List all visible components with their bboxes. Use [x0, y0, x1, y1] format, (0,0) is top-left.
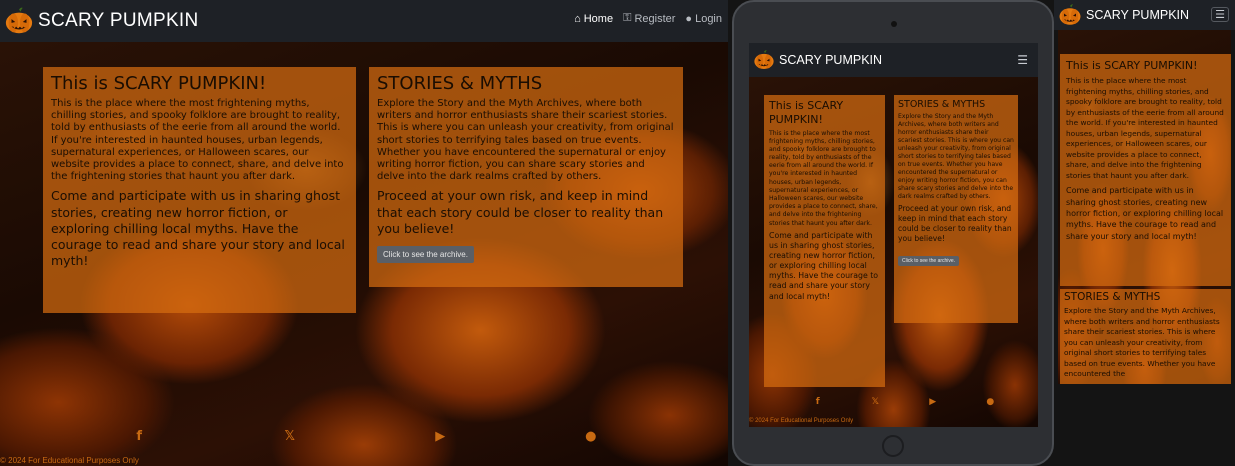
stories-paragraph: Explore the Story and the Myth Archives,… [377, 98, 674, 183]
stories-card: STORIES & MYTHS Explore the Story and th… [1060, 289, 1231, 384]
facebook-icon[interactable]: f [132, 430, 146, 444]
hero-background: This is SCARY PUMPKIN! This is the place… [0, 42, 728, 466]
nav-links: ⌂ Home ⚿ Register ● Login [574, 12, 722, 25]
tablet-view: SCARY PUMPKIN ☰ This is SCARY PUMPKIN! T… [749, 43, 1038, 427]
intro-paragraph: This is the place where the most frighte… [769, 129, 878, 227]
navbar: SCARY PUMPKIN ⌂ Home ⚿ Register ● Login [0, 0, 728, 42]
hamburger-icon[interactable]: ☰ [1017, 53, 1028, 67]
nav-home-label: Home [583, 12, 614, 25]
intro-call-to-action: Come and participate with us in sharing … [769, 230, 879, 301]
nav-home-link[interactable]: ⌂ Home [574, 12, 613, 25]
footer-copyright: © 2024 For Educational Purposes Only [0, 456, 139, 465]
brand-name: SCARY PUMPKIN [38, 10, 199, 31]
intro-call-to-action: Come and participate with us in sharing … [51, 188, 345, 269]
key-icon: ⚿ [623, 12, 632, 24]
footer-copyright: © 2024 For Educational Purposes Only [749, 418, 854, 424]
home-button[interactable] [882, 435, 904, 457]
youtube-icon[interactable]: ▶ [928, 397, 938, 407]
facebook-icon[interactable]: f [813, 397, 823, 407]
pumpkin-icon [1058, 3, 1082, 27]
stories-card: STORIES & MYTHS Explore the Story and th… [894, 95, 1018, 323]
youtube-icon[interactable]: ▶ [433, 430, 447, 444]
stories-warning: Proceed at your own risk, and keep in mi… [377, 188, 664, 236]
nav-register-link[interactable]: ⚿ Register [623, 12, 675, 25]
archive-button[interactable]: Click to see the archive. [377, 246, 474, 264]
intro-paragraph: This is the place where the most frighte… [1066, 76, 1224, 180]
stories-title: STORIES & MYTHS [377, 73, 543, 94]
nav-login-label: Login [695, 12, 722, 25]
brand[interactable]: SCARY PUMPKIN [1058, 3, 1189, 27]
navbar: SCARY PUMPKIN ☰ [1054, 0, 1235, 30]
intro-card: This is SCARY PUMPKIN! This is the place… [43, 67, 356, 313]
stories-card: STORIES & MYTHS Explore the Story and th… [369, 67, 683, 287]
x-icon[interactable]: 𝕏 [870, 397, 880, 407]
pumpkin-icon [753, 49, 775, 71]
nav-login-link[interactable]: ● Login [685, 12, 722, 25]
stories-paragraph: Explore the Story and the Myth Archives,… [898, 113, 1014, 201]
stories-warning: Proceed at your own risk, and keep in mi… [898, 204, 1012, 243]
intro-call-to-action: Come and participate with us in sharing … [1066, 186, 1224, 241]
social-links: f 𝕏 ▶ ● [789, 397, 1019, 407]
brand-name: SCARY PUMPKIN [779, 53, 883, 67]
brand-name: SCARY PUMPKIN [1086, 8, 1190, 22]
hero-background: This is SCARY PUMPKIN! This is the place… [749, 77, 1038, 427]
social-links: f 𝕏 ▶ ● [64, 430, 666, 444]
intro-card: This is SCARY PUMPKIN! This is the place… [764, 95, 885, 387]
intro-title: This is SCARY PUMPKIN! [1066, 59, 1198, 72]
home-icon: ⌂ [574, 12, 581, 25]
github-icon[interactable]: ● [985, 397, 995, 407]
github-icon[interactable]: ● [584, 430, 598, 444]
pumpkin-icon [4, 6, 34, 36]
x-icon[interactable]: 𝕏 [283, 430, 297, 444]
nav-register-label: Register [634, 12, 676, 25]
brand[interactable]: SCARY PUMPKIN [4, 6, 199, 36]
stories-title: STORIES & MYTHS [898, 99, 986, 110]
tablet-frame: SCARY PUMPKIN ☰ This is SCARY PUMPKIN! T… [732, 0, 1054, 466]
intro-card: This is SCARY PUMPKIN! This is the place… [1060, 54, 1231, 286]
user-icon: ● [685, 12, 693, 25]
desktop-view: SCARY PUMPKIN ⌂ Home ⚿ Register ● Login … [0, 0, 728, 466]
archive-button[interactable]: Click to see the archive. [898, 255, 960, 266]
stories-title: STORIES & MYTHS [1064, 291, 1161, 303]
brand[interactable]: SCARY PUMPKIN [753, 49, 882, 71]
mobile-view: SCARY PUMPKIN ☰ This is SCARY PUMPKIN! T… [1054, 0, 1235, 466]
stories-paragraph: Explore the Story and the Myth Archives,… [1064, 306, 1220, 379]
hero-background: This is SCARY PUMPKIN! This is the place… [1058, 30, 1231, 384]
intro-title: This is SCARY PUMPKIN! [769, 99, 844, 126]
navbar: SCARY PUMPKIN ☰ [749, 43, 1038, 77]
intro-paragraph: This is the place where the most frighte… [51, 98, 344, 183]
hamburger-icon[interactable]: ☰ [1211, 7, 1229, 22]
intro-title: This is SCARY PUMPKIN! [51, 73, 267, 94]
camera-dot [891, 21, 897, 27]
